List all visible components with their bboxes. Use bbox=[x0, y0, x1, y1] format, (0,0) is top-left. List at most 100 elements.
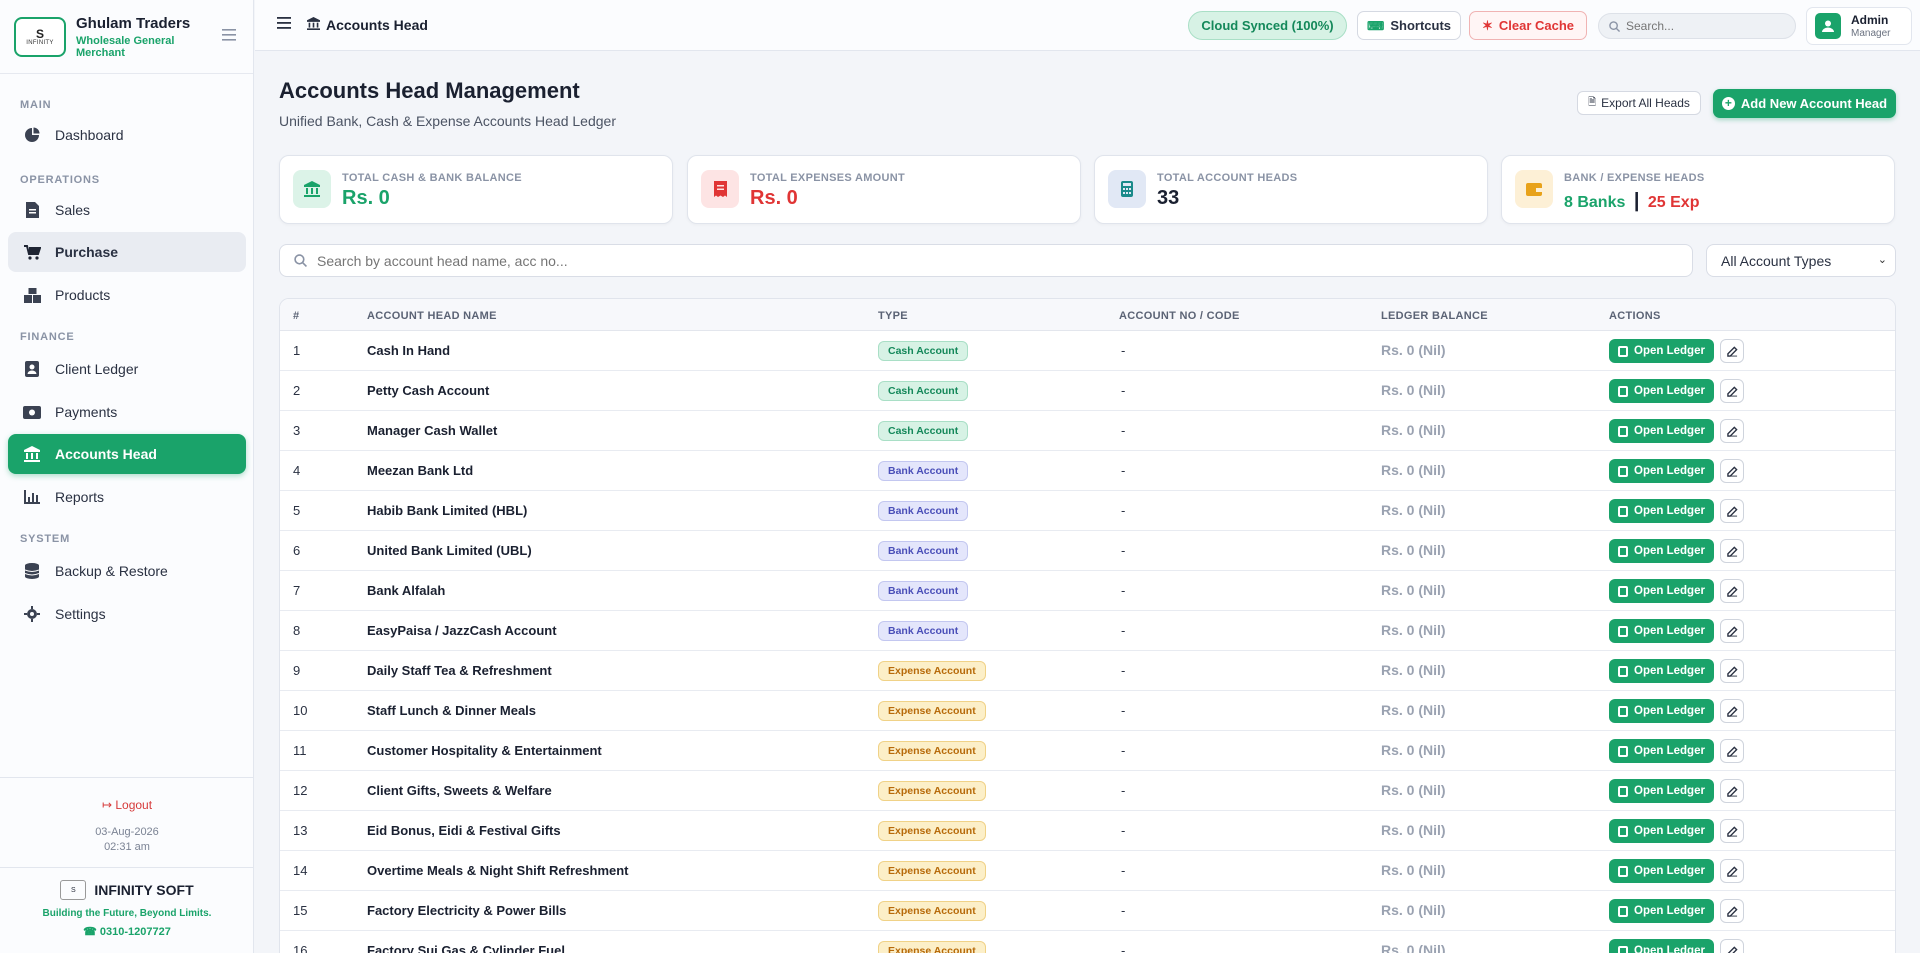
account-code: - bbox=[1121, 863, 1126, 878]
sidebar-item-settings[interactable]: Settings bbox=[8, 594, 246, 634]
row-number: 16 bbox=[293, 943, 308, 953]
open-ledger-button[interactable]: Open Ledger bbox=[1609, 819, 1714, 843]
sidebar-item-accounts-head[interactable]: Accounts Head bbox=[8, 434, 246, 474]
account-code: - bbox=[1121, 543, 1126, 558]
sidebar-item-backup-restore[interactable]: Backup & Restore bbox=[8, 551, 246, 591]
sidebar-item-payments[interactable]: Payments bbox=[8, 392, 246, 432]
nav-section-operations: OPERATIONS bbox=[20, 174, 100, 186]
account-head-name: Habib Bank Limited (HBL) bbox=[367, 503, 528, 518]
row-number: 15 bbox=[293, 903, 308, 918]
open-ledger-button[interactable]: Open Ledger bbox=[1609, 739, 1714, 763]
user-menu[interactable]: Admin Manager bbox=[1806, 7, 1912, 45]
global-search-input[interactable] bbox=[1626, 19, 1786, 33]
open-ledger-button[interactable]: Open Ledger bbox=[1609, 859, 1714, 883]
export-all-heads-button[interactable]: 🗎 Export All Heads bbox=[1577, 91, 1701, 115]
edit-button[interactable] bbox=[1720, 819, 1744, 843]
edit-icon bbox=[1726, 825, 1738, 837]
table-row: 14 Overtime Meals & Night Shift Refreshme… bbox=[280, 851, 1895, 891]
vendor-name: INFINITY SOFT bbox=[94, 882, 194, 898]
open-ledger-button[interactable]: Open Ledger bbox=[1609, 379, 1714, 403]
open-ledger-button[interactable]: Open Ledger bbox=[1609, 499, 1714, 523]
sidebar-collapse-icon[interactable] bbox=[219, 28, 239, 46]
edit-button[interactable] bbox=[1720, 859, 1744, 883]
sidebar-item-dashboard[interactable]: Dashboard bbox=[8, 115, 246, 155]
edit-button[interactable] bbox=[1720, 539, 1744, 563]
open-ledger-button[interactable]: Open Ledger bbox=[1609, 619, 1714, 643]
edit-button[interactable] bbox=[1720, 499, 1744, 523]
account-head-name: Cash In Hand bbox=[367, 343, 451, 358]
open-ledger-button[interactable]: Open Ledger bbox=[1609, 659, 1714, 683]
open-ledger-button[interactable]: Open Ledger bbox=[1609, 579, 1714, 603]
edit-button[interactable] bbox=[1720, 779, 1744, 803]
open-ledger-button[interactable]: Open Ledger bbox=[1609, 419, 1714, 443]
account-type-filter[interactable]: All Account Types ⌄ bbox=[1706, 244, 1896, 277]
stat-value: 33 bbox=[1157, 187, 1180, 209]
book-icon bbox=[1618, 505, 1629, 517]
table-row: 8 EasyPaisa / JazzCash Account Bank Accoun… bbox=[280, 611, 1895, 651]
avatar bbox=[1815, 13, 1841, 39]
stat-card-bank-expense-heads: BANK / EXPENSE HEADS 8 Banks | 25 Exp bbox=[1501, 155, 1895, 224]
edit-button[interactable] bbox=[1720, 619, 1744, 643]
edit-icon bbox=[1726, 945, 1738, 953]
edit-button[interactable] bbox=[1720, 899, 1744, 923]
edit-button[interactable] bbox=[1720, 699, 1744, 723]
open-ledger-button[interactable]: Open Ledger bbox=[1609, 539, 1714, 563]
edit-icon bbox=[1726, 745, 1738, 757]
shortcuts-button[interactable]: ⌨ Shortcuts bbox=[1357, 11, 1461, 40]
menu-toggle-icon[interactable] bbox=[277, 16, 291, 34]
open-ledger-button[interactable]: Open Ledger bbox=[1609, 339, 1714, 363]
sidebar-item-label: Payments bbox=[55, 404, 118, 420]
edit-button[interactable] bbox=[1720, 339, 1744, 363]
sidebar-item-label: Client Ledger bbox=[55, 361, 139, 377]
edit-button[interactable] bbox=[1720, 939, 1744, 953]
edit-button[interactable] bbox=[1720, 379, 1744, 403]
cart-icon bbox=[21, 242, 43, 262]
open-ledger-button[interactable]: Open Ledger bbox=[1609, 459, 1714, 483]
edit-icon bbox=[1726, 665, 1738, 677]
stat-label: BANK / EXPENSE HEADS bbox=[1564, 172, 1705, 184]
sidebar-item-client-ledger[interactable]: Client Ledger bbox=[8, 349, 246, 389]
edit-icon bbox=[1726, 465, 1738, 477]
sidebar-item-sales[interactable]: Sales bbox=[8, 190, 246, 230]
table-body: 1 Cash In Hand Cash Account - Rs. 0 (Nil) Ope… bbox=[280, 331, 1895, 953]
open-ledger-button[interactable]: Open Ledger bbox=[1609, 779, 1714, 803]
topbar: Accounts Head Cloud Synced (100%) ⌨ Shor… bbox=[255, 0, 1920, 51]
table-row: 2 Petty Cash Account Cash Account - Rs. 0 (N… bbox=[280, 371, 1895, 411]
book-icon bbox=[1618, 745, 1629, 757]
sidebar-item-purchase[interactable]: Purchase bbox=[8, 232, 246, 272]
vendor-phone: ☎ 0310-1207727 bbox=[83, 926, 171, 938]
ledger-balance: Rs. 0 (Nil) bbox=[1381, 662, 1446, 678]
edit-button[interactable] bbox=[1720, 579, 1744, 603]
sidebar-item-products[interactable]: Products bbox=[8, 275, 246, 315]
edit-icon bbox=[1726, 425, 1738, 437]
add-account-head-button[interactable]: + Add New Account Head bbox=[1713, 89, 1896, 118]
edit-icon bbox=[1726, 545, 1738, 557]
open-ledger-button[interactable]: Open Ledger bbox=[1609, 899, 1714, 923]
table-row: 10 Staff Lunch & Dinner Meals Expense Acco… bbox=[280, 691, 1895, 731]
edit-icon bbox=[1726, 385, 1738, 397]
edit-button[interactable] bbox=[1720, 459, 1744, 483]
file-icon: 🗎 bbox=[1588, 96, 1597, 108]
account-search-input[interactable] bbox=[317, 252, 1617, 269]
edit-button[interactable] bbox=[1720, 739, 1744, 763]
edit-button[interactable] bbox=[1720, 419, 1744, 443]
edit-button[interactable] bbox=[1720, 659, 1744, 683]
sidebar-item-label: Backup & Restore bbox=[55, 563, 168, 579]
row-number: 8 bbox=[293, 623, 301, 638]
user-name: Admin bbox=[1851, 13, 1889, 27]
sync-status-badge[interactable]: Cloud Synced (100%) bbox=[1188, 11, 1347, 40]
account-code: - bbox=[1121, 463, 1126, 478]
table-row: 4 Meezan Bank Ltd Bank Account - Rs. 0 (Nil)… bbox=[280, 451, 1895, 491]
open-ledger-button[interactable]: Open Ledger bbox=[1609, 939, 1714, 953]
row-number: 9 bbox=[293, 663, 301, 678]
clear-cache-button[interactable]: ✶ Clear Cache bbox=[1469, 11, 1587, 40]
logout-link[interactable]: ↦ Logout bbox=[0, 798, 254, 812]
sidebar-item-reports[interactable]: Reports bbox=[8, 477, 246, 517]
calculator-icon bbox=[1108, 170, 1146, 208]
open-ledger-button[interactable]: Open Ledger bbox=[1609, 699, 1714, 723]
stat-label: TOTAL EXPENSES AMOUNT bbox=[750, 172, 906, 184]
stat-card-cash-bank: TOTAL CASH & BANK BALANCE Rs. 0 bbox=[279, 155, 673, 224]
account-code: - bbox=[1121, 703, 1126, 718]
account-head-name: Meezan Bank Ltd bbox=[367, 463, 474, 478]
edit-icon bbox=[1726, 705, 1738, 717]
